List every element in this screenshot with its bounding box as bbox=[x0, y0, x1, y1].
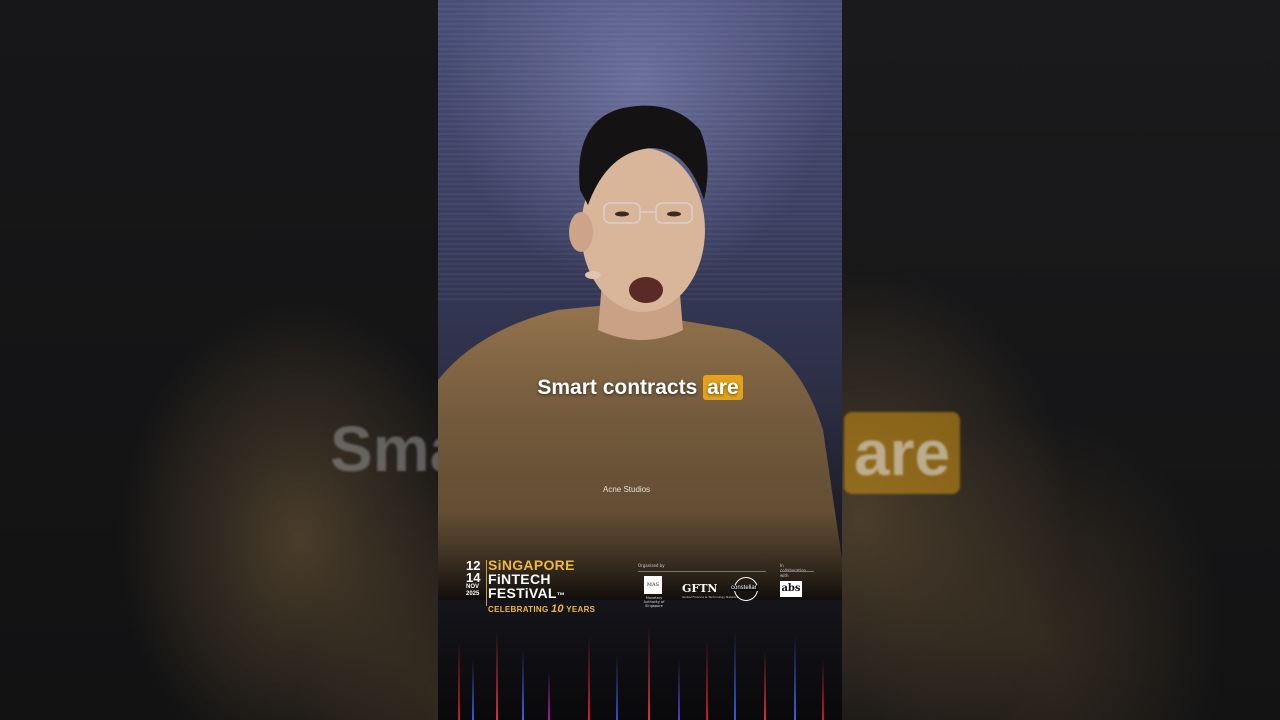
festival-name: SiNGAPORE FiNTECH FESTiVAL™ CELEBRATING … bbox=[488, 558, 595, 616]
trademark: ™ bbox=[556, 591, 566, 600]
festival-dates: 12 14 NOV 2025 bbox=[466, 559, 481, 598]
date-year: 2025 bbox=[466, 591, 480, 597]
gftn-logo: GFTN bbox=[682, 582, 718, 595]
festival-line-3: FESTiVAL bbox=[488, 585, 557, 601]
blurred-background-left: Sma bbox=[0, 0, 438, 720]
mas-subtitle: Monetary Authority of Singapore bbox=[643, 596, 665, 608]
festival-logo: 12 14 NOV 2025 SiNGAPORE FiNTECH FESTiVA… bbox=[466, 558, 666, 618]
constellar-logo: constellar bbox=[730, 585, 758, 591]
collab-divider bbox=[780, 571, 814, 572]
gftn-subtitle: Global Finance & Technology Network bbox=[682, 595, 739, 599]
caption-highlight-word: are bbox=[703, 375, 743, 400]
tagline-number: 10 bbox=[551, 603, 564, 615]
abs-logo: abs bbox=[780, 581, 802, 597]
festival-divider bbox=[486, 560, 487, 606]
caption-text: Smart contracts bbox=[537, 376, 704, 399]
organised-by-label: Organised by bbox=[638, 563, 665, 568]
caption: Smart contracts are bbox=[438, 375, 842, 400]
organiser-divider bbox=[638, 571, 766, 572]
tagline-pre: CELEBRATING bbox=[488, 605, 552, 614]
festival-tagline: CELEBRATING 10 YEARS bbox=[488, 603, 595, 616]
organizer-logos: Organised by In collaboration with MAS M… bbox=[638, 563, 814, 613]
shirt-print: Acne Studios bbox=[603, 485, 650, 494]
date-end: 14 bbox=[466, 570, 481, 585]
mas-logo: MAS bbox=[644, 576, 662, 594]
tagline-post: YEARS bbox=[563, 605, 596, 614]
blurred-speaker-left bbox=[0, 0, 438, 720]
stage-neon-lights bbox=[438, 620, 842, 720]
blurred-speaker-right bbox=[842, 0, 1280, 720]
blurred-caption-right: are bbox=[844, 412, 961, 494]
video-player[interactable]: Acne Studios Smart contracts are 12 14 N… bbox=[438, 0, 842, 720]
blurred-caption-left: Sma bbox=[330, 413, 438, 485]
blurred-background-right: are bbox=[842, 0, 1280, 720]
date-month: NOV bbox=[466, 584, 480, 590]
